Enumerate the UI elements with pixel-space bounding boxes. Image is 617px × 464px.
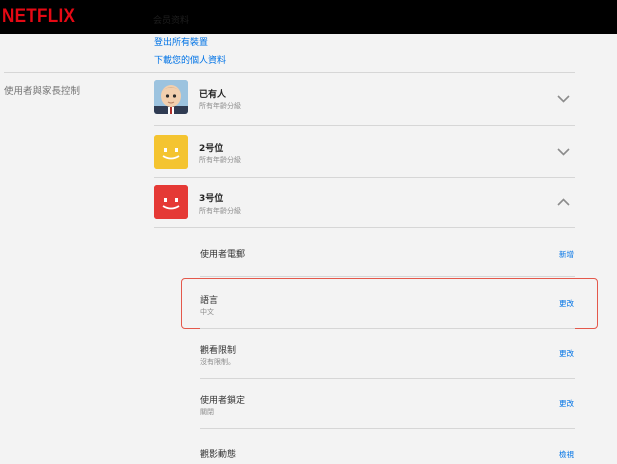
download-personal-info-link[interactable]: 下載您的個人資料 xyxy=(154,53,226,66)
add-email-button[interactable]: 新增 xyxy=(559,249,574,260)
change-profile-lock-button[interactable]: 更改 xyxy=(559,398,574,409)
profile-name: 2号位 xyxy=(199,144,224,154)
change-viewing-restrictions-button[interactable]: 更改 xyxy=(559,348,574,359)
language-highlight-box xyxy=(181,278,598,329)
setting-divider xyxy=(200,328,575,329)
setting-value-profile-lock: 關閉 xyxy=(200,408,214,416)
section-label: 使用者與家長控制 xyxy=(4,86,81,97)
chevron-down-icon[interactable] xyxy=(556,94,571,104)
yellow-smile-icon xyxy=(154,135,188,169)
profile-maturity: 所有年齡分級 xyxy=(199,102,241,110)
setting-divider xyxy=(200,276,575,277)
profile-divider xyxy=(154,177,575,178)
profile-maturity: 所有年齡分級 xyxy=(199,207,241,215)
profile-avatar-yellow[interactable] xyxy=(154,135,188,169)
profile-avatar-baby[interactable] xyxy=(154,80,188,114)
chevron-down-icon[interactable] xyxy=(556,147,571,157)
profile-maturity: 所有年齡分級 xyxy=(199,156,241,164)
setting-title-profile-lock: 使用者鎖定 xyxy=(200,396,246,406)
profile-divider xyxy=(154,125,575,126)
section-divider xyxy=(4,72,575,73)
netflix-logo[interactable]: NETFLIX xyxy=(2,6,75,28)
header-ghost-text: 会员资料 xyxy=(153,16,190,26)
profile-divider xyxy=(154,227,575,228)
profile-avatar-red[interactable] xyxy=(154,185,188,219)
top-navigation-bar: NETFLIX 会员资料 xyxy=(0,0,617,34)
setting-title-viewing-activity: 觀影動態 xyxy=(200,450,237,460)
setting-title-email: 使用者電郵 xyxy=(200,250,246,260)
profile-name: 3号位 xyxy=(199,194,224,204)
setting-title-viewing-restrictions: 觀看限制 xyxy=(200,346,237,356)
baby-avatar-icon xyxy=(154,80,188,114)
view-viewing-activity-button[interactable]: 檢視 xyxy=(559,449,574,460)
sign-out-all-devices-link[interactable]: 登出所有裝置 xyxy=(154,35,208,48)
setting-divider xyxy=(200,428,575,429)
setting-divider xyxy=(200,378,575,379)
chevron-up-icon[interactable] xyxy=(556,197,571,207)
profile-name: 已有人 xyxy=(199,90,227,100)
red-smile-icon xyxy=(154,185,188,219)
setting-value-viewing-restrictions: 沒有限制。 xyxy=(200,358,235,366)
